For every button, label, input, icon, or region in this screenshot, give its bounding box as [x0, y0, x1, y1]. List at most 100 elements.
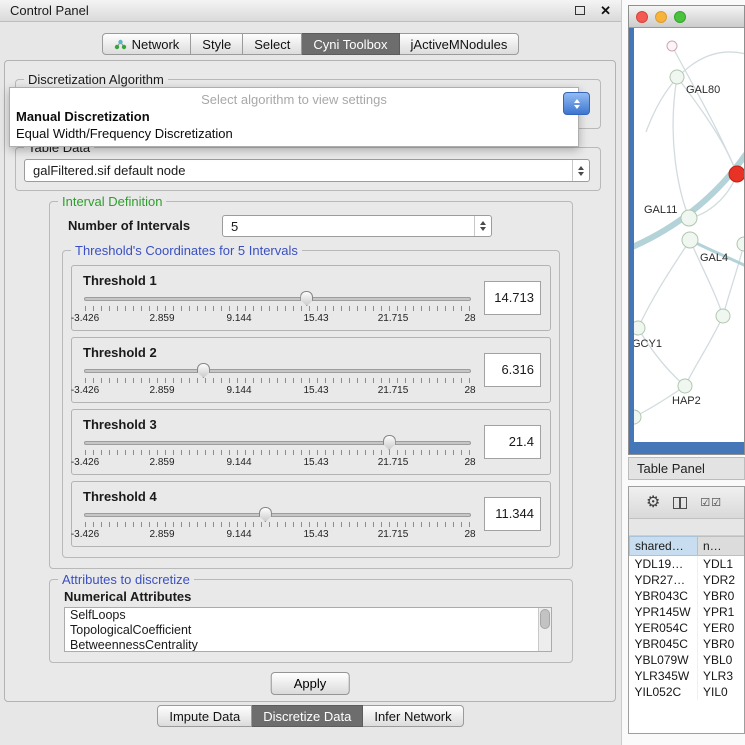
node-label: GCY1 — [634, 338, 662, 350]
table-row[interactable]: YBR045CYBR0 — [630, 636, 745, 652]
network-node[interactable] — [681, 210, 697, 226]
cell-name[interactable]: YDR2 — [698, 572, 745, 588]
cell-name[interactable]: YDL1 — [698, 556, 745, 572]
cell-shared-name[interactable]: YLR345W — [630, 668, 698, 684]
network-edge[interactable] — [672, 46, 737, 174]
cell-name[interactable]: YPR1 — [698, 604, 745, 620]
network-node[interactable] — [678, 379, 692, 393]
apply-button[interactable]: Apply — [271, 672, 350, 695]
cell-name[interactable]: YBR0 — [698, 636, 745, 652]
number-of-intervals-combo[interactable]: 5 — [222, 215, 492, 237]
cell-name[interactable]: YER0 — [698, 620, 745, 636]
scale-label: 28 — [464, 385, 475, 396]
threshold-2-value-field[interactable]: 6.316 — [484, 353, 541, 387]
tab-cyni-toolbox-label: Cyni Toolbox — [313, 37, 387, 52]
cell-shared-name[interactable]: YIL052C — [630, 684, 698, 700]
slider-track[interactable] — [84, 297, 471, 301]
numerical-attributes-list: SelfLoops TopologicalCoefficient Between… — [64, 607, 552, 652]
list-scrollbar[interactable] — [538, 608, 551, 651]
float-window-icon[interactable] — [575, 6, 585, 15]
network-edge[interactable] — [673, 77, 689, 218]
tab-network[interactable]: Network — [102, 33, 192, 55]
threshold-3-slider[interactable]: -3.426 2.859 9.144 15.43 21.715 28 — [84, 434, 471, 471]
slider-handle[interactable] — [259, 507, 272, 522]
slider-track[interactable] — [84, 369, 471, 373]
network-node[interactable] — [682, 232, 698, 248]
threshold-2-slider[interactable]: -3.426 2.859 9.144 15.43 21.715 28 — [84, 362, 471, 399]
cell-name[interactable]: YBL0 — [698, 652, 745, 668]
cell-shared-name[interactable]: YPR145W — [630, 604, 698, 620]
slider-handle[interactable] — [300, 291, 313, 306]
cell-name[interactable]: YIL0 — [698, 684, 745, 700]
slider-ticks — [85, 306, 470, 311]
table-row[interactable]: YLR345WYLR3 — [630, 668, 745, 684]
network-edge[interactable] — [685, 316, 723, 386]
select-all-checkboxes-icon[interactable]: ☑☑ — [700, 496, 722, 509]
table-row[interactable]: YBR043CYBR0 — [630, 588, 745, 604]
algorithm-option-equal-width[interactable]: Equal Width/Frequency Discretization — [10, 125, 578, 142]
network-node[interactable] — [634, 321, 645, 335]
slider-track[interactable] — [84, 441, 471, 445]
column-header-name[interactable]: n… — [698, 537, 745, 556]
network-node[interactable] — [737, 237, 744, 251]
cell-shared-name[interactable]: YBL079W — [630, 652, 698, 668]
threshold-3-value-field[interactable]: 21.4 — [484, 425, 541, 459]
table-data-combo-stepper[interactable] — [572, 160, 589, 181]
zoom-traffic-light-icon[interactable] — [674, 11, 686, 23]
table-data-combo[interactable]: galFiltered.sif default node — [24, 159, 590, 182]
tab-discretize-data[interactable]: Discretize Data — [252, 705, 363, 727]
threshold-1-value-field[interactable]: 14.713 — [484, 281, 541, 315]
threshold-1-slider[interactable]: -3.426 2.859 9.144 15.43 21.715 28 — [84, 290, 471, 327]
table-row[interactable]: YDR27…YDR2 — [630, 572, 745, 588]
slider-handle[interactable] — [383, 435, 396, 450]
network-edge[interactable] — [638, 328, 685, 386]
cell-shared-name[interactable]: YER054C — [630, 620, 698, 636]
close-traffic-light-icon[interactable] — [636, 11, 648, 23]
tab-impute-data[interactable]: Impute Data — [157, 705, 252, 727]
close-icon[interactable]: ✕ — [600, 3, 611, 19]
slider-track[interactable] — [84, 513, 471, 517]
table-row[interactable]: YER054CYER0 — [630, 620, 745, 636]
threshold-4-value-field[interactable]: 11.344 — [484, 497, 541, 531]
network-node[interactable] — [634, 410, 641, 424]
tab-infer-network[interactable]: Infer Network — [363, 705, 463, 727]
cell-shared-name[interactable]: YDL19… — [630, 556, 698, 572]
cell-shared-name[interactable]: YBR043C — [630, 588, 698, 604]
network-node[interactable] — [670, 70, 684, 84]
table-row[interactable]: YDL19…YDL1 — [630, 556, 745, 572]
gear-icon[interactable]: ⚙ — [646, 495, 660, 511]
table-panel-header: Table Panel — [628, 457, 745, 480]
list-item[interactable]: BetweennessCentrality — [65, 638, 551, 652]
tab-style[interactable]: Style — [191, 33, 243, 55]
network-node[interactable] — [667, 41, 677, 51]
list-item[interactable]: TopologicalCoefficient — [65, 623, 551, 638]
tab-cyni-toolbox[interactable]: Cyni Toolbox — [302, 33, 399, 55]
threshold-4-slider[interactable]: -3.426 2.859 9.144 15.43 21.715 28 — [84, 506, 471, 543]
slider-handle[interactable] — [197, 363, 210, 378]
table-row[interactable]: YBL079WYBL0 — [630, 652, 745, 668]
cell-name[interactable]: YBR0 — [698, 588, 745, 604]
cell-shared-name[interactable]: YBR045C — [630, 636, 698, 652]
screen: Control Panel ✕ Network Style Select Cyn… — [0, 0, 745, 745]
column-header-shared-name[interactable]: shared… — [630, 537, 698, 556]
minimize-traffic-light-icon[interactable] — [655, 11, 667, 23]
table-row[interactable]: YIL052CYIL0 — [630, 684, 745, 700]
network-canvas[interactable]: GAL80 GAL11 GAL4 GCY1 HAP2 — [634, 28, 744, 442]
cell-name[interactable]: YLR3 — [698, 668, 745, 684]
algorithm-combo-stepper[interactable] — [563, 92, 590, 115]
network-node[interactable] — [716, 309, 730, 323]
stepper-up-icon — [578, 166, 584, 170]
network-node-selected[interactable] — [729, 166, 744, 182]
table-row[interactable]: YPR145WYPR1 — [630, 604, 745, 620]
number-of-intervals-stepper[interactable] — [474, 216, 491, 236]
number-of-intervals-value: 5 — [223, 219, 474, 234]
tab-jactivemnodules[interactable]: jActiveMNodules — [400, 33, 520, 55]
columns-icon[interactable] — [673, 497, 687, 509]
cell-shared-name[interactable]: YDR27… — [630, 572, 698, 588]
list-item[interactable]: SelfLoops — [65, 608, 551, 623]
thresholds-groupbox: Threshold's Coordinates for 5 Intervals … — [62, 250, 560, 558]
tab-select[interactable]: Select — [243, 33, 302, 55]
scrollbar-thumb[interactable] — [540, 609, 550, 629]
algorithm-option-manual[interactable]: Manual Discretization — [10, 108, 578, 125]
network-edge[interactable] — [638, 240, 690, 328]
